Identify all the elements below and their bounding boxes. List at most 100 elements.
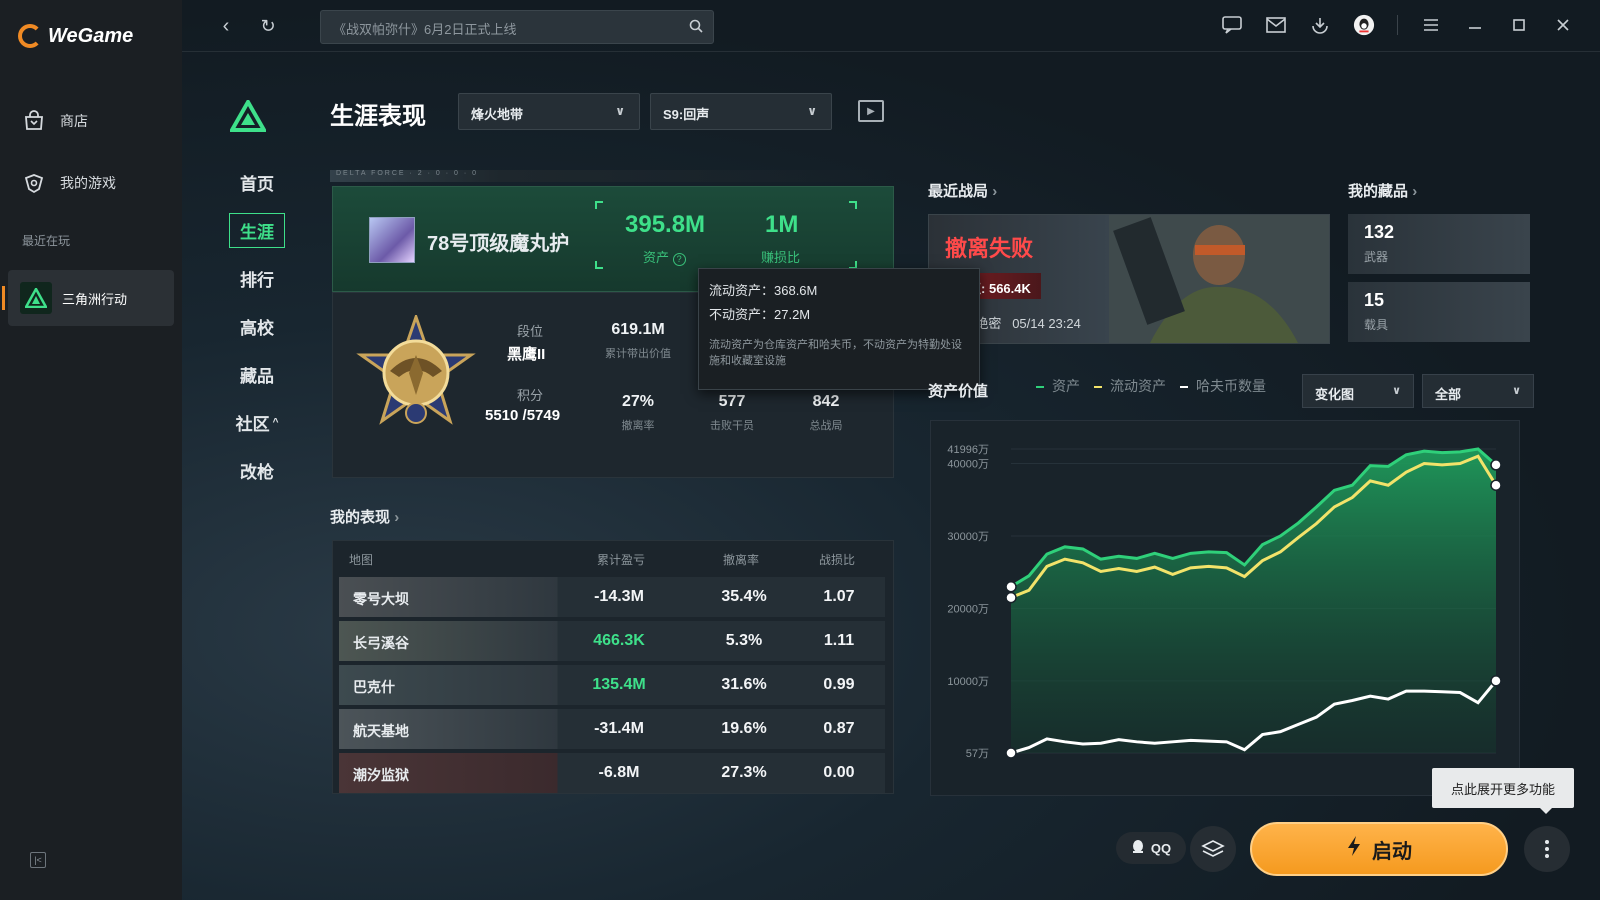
menu-icon[interactable] xyxy=(1420,14,1442,36)
series-endpoint xyxy=(1490,675,1502,687)
qq-icon xyxy=(1131,839,1145,858)
lightning-icon xyxy=(1346,835,1362,863)
stat-total-matches: 842 总战局 xyxy=(809,393,843,432)
asset-chart-title: 资产价值 xyxy=(928,383,989,400)
maximize-icon[interactable] xyxy=(1508,14,1530,36)
divider xyxy=(1397,15,1398,35)
recent-match-card[interactable]: 撤离失败 价值: 566.4K 基地-绝密 05/14 23:24 xyxy=(928,214,1330,344)
stat-extract-rate: 27% 撤离率 xyxy=(621,393,655,432)
collection-weapons[interactable]: 132 武器 xyxy=(1348,214,1530,274)
sidebar-item-store[interactable]: 商店 xyxy=(22,110,88,132)
y-tick-label: 20000万 xyxy=(947,603,989,615)
delta-force-icon xyxy=(20,282,52,314)
y-tick-label: 57万 xyxy=(966,748,989,760)
qq-button[interactable]: QQ xyxy=(1116,832,1186,864)
season-dropdown[interactable]: S9:回声 ∨ xyxy=(650,93,832,130)
avatar[interactable] xyxy=(1353,14,1375,36)
delta-force-logo-icon[interactable] xyxy=(228,97,268,137)
wegame-logo[interactable]: WeGame xyxy=(18,24,133,48)
asset-chart-svg: 41996万 40000万 30000万 20000万 10000万 57万 xyxy=(947,444,1502,760)
assets-value: 395.8M xyxy=(625,211,706,238)
table-row[interactable]: 零号大坝 -14.3M 35.4% 1.07 xyxy=(339,577,885,617)
game-nav: 首页 生涯 排行 高校 藏品 社区 ^ 改枪 xyxy=(222,158,292,494)
y-tick-label: 40000万 xyxy=(947,458,989,470)
back-icon[interactable]: ‹ xyxy=(214,14,238,38)
recent-game-item[interactable]: 三角洲行动 xyxy=(2,270,174,326)
sidebar-item-my-games[interactable]: 我的游戏 xyxy=(22,172,116,194)
recent-match-title[interactable]: 最近战局 › xyxy=(928,180,997,201)
chevron-right-icon: › xyxy=(394,509,400,526)
tab-gunsmith[interactable]: 改枪 xyxy=(222,446,292,494)
chevron-down-icon: ∨ xyxy=(615,104,625,118)
table-row[interactable]: 航天基地 -31.4M 19.6% 0.87 xyxy=(339,709,885,749)
topbar: ‹ ↻ 《战双帕弥什》6月2日正式上线 xyxy=(182,0,1600,52)
performance-title[interactable]: 我的表现 › xyxy=(330,506,399,527)
launch-button[interactable]: 启动 xyxy=(1250,822,1508,876)
chat-icon[interactable] xyxy=(1221,14,1243,36)
mode-dropdown[interactable]: 烽火地带 ∨ xyxy=(458,93,640,130)
more-options-icon[interactable] xyxy=(1524,826,1570,872)
tooltip-fixed: 不动资产：27.2M xyxy=(709,307,811,322)
app-sidebar: WeGame 商店 我的游戏 最近在玩 三角洲行动 |< xyxy=(0,0,182,900)
collection-title[interactable]: 我的藏品 › xyxy=(1348,180,1417,201)
recent-game-label: 三角洲行动 xyxy=(62,291,128,307)
assets-area xyxy=(1011,449,1496,753)
tab-ranking[interactable]: 排行 xyxy=(222,254,292,302)
assets-frame: 395.8M 资产 ? 1M 赚损比 xyxy=(595,201,857,269)
accelerator-icon[interactable] xyxy=(1190,826,1236,872)
chevron-right-icon: › xyxy=(1412,183,1418,200)
table-row[interactable]: 潮汐监狱 -6.8M 27.3% 0.00 xyxy=(339,753,885,793)
performance-table: 地图 累计盈亏 撤离率 战损比 零号大坝 -14.3M 35.4% 1.07 长… xyxy=(332,540,894,794)
search-input[interactable]: 《战双帕弥什》6月2日正式上线 xyxy=(320,10,714,44)
table-row[interactable]: 巴克什 135.4M 31.6% 0.99 xyxy=(339,665,885,705)
tab-collection[interactable]: 藏品 xyxy=(222,350,292,398)
tab-career[interactable]: 生涯 xyxy=(222,206,292,254)
table-header: 地图 累计盈亏 撤离率 战损比 xyxy=(349,553,856,567)
minimize-icon[interactable] xyxy=(1464,14,1486,36)
assets-label[interactable]: 资产 ? xyxy=(643,247,686,266)
legend-coins[interactable]: 哈夫币数量 xyxy=(1180,376,1266,396)
series-endpoint xyxy=(1490,479,1502,491)
series-endpoint xyxy=(1005,747,1017,759)
refresh-icon[interactable]: ↻ xyxy=(256,14,280,38)
chart-view-dropdown[interactable]: 变化图 ∨ xyxy=(1302,374,1414,408)
player-name: 78号顶级魔丸护 xyxy=(427,233,570,255)
rank-value: 黑鹰II xyxy=(507,346,546,363)
y-tick-label: 30000万 xyxy=(947,531,989,543)
tooltip-liquid: 流动资产：368.6M xyxy=(709,283,818,298)
collection-vehicles[interactable]: 15 载具 xyxy=(1348,282,1530,342)
series-endpoint xyxy=(1005,591,1017,604)
chart-legend: 资产 流动资产 哈夫币数量 xyxy=(1036,376,1266,396)
gamepad-icon xyxy=(22,172,46,194)
tab-community[interactable]: 社区 ^ xyxy=(222,398,292,446)
frame-corner xyxy=(849,201,857,209)
download-icon[interactable] xyxy=(1309,14,1331,36)
more-features-hint: 点此展开更多功能 xyxy=(1432,768,1574,814)
score-value: 5510 /5749 xyxy=(485,407,561,424)
question-icon[interactable]: ? xyxy=(672,253,686,266)
tab-college[interactable]: 高校 xyxy=(222,302,292,350)
sidebar-item-label: 我的游戏 xyxy=(60,175,116,191)
tab-home[interactable]: 首页 xyxy=(222,158,292,206)
collapse-sidebar-icon[interactable]: |< xyxy=(30,852,46,868)
mail-icon[interactable] xyxy=(1265,14,1287,36)
stat-kills: 577 击败干员 xyxy=(710,393,754,432)
brand-strip: DELTA FORCE · 2 · 0 · 0 · 0 xyxy=(330,170,896,182)
search-icon[interactable] xyxy=(689,19,703,36)
chevron-down-icon: ∨ xyxy=(1392,385,1401,397)
table-row[interactable]: 长弓溪谷 466.3K 5.3% 1.11 xyxy=(339,621,885,661)
ratio-label: 赚损比 xyxy=(761,250,801,265)
close-icon[interactable] xyxy=(1552,14,1574,36)
legend-liquid[interactable]: 流动资产 xyxy=(1094,376,1166,396)
frame-corner xyxy=(595,261,603,269)
y-tick-label: 10000万 xyxy=(947,676,989,688)
match-result: 撤离失败 xyxy=(945,236,1034,261)
chart-range-dropdown[interactable]: 全部 ∨ xyxy=(1422,374,1534,408)
play-video-icon[interactable]: ▶ xyxy=(858,100,884,122)
player-avatar[interactable] xyxy=(369,217,415,263)
recent-label: 最近在玩 xyxy=(22,234,71,248)
chevron-down-icon: ∨ xyxy=(807,104,817,118)
ratio-value: 1M xyxy=(765,211,799,238)
chevron-down-icon: ∨ xyxy=(1512,385,1521,397)
legend-assets[interactable]: 资产 xyxy=(1036,376,1080,396)
